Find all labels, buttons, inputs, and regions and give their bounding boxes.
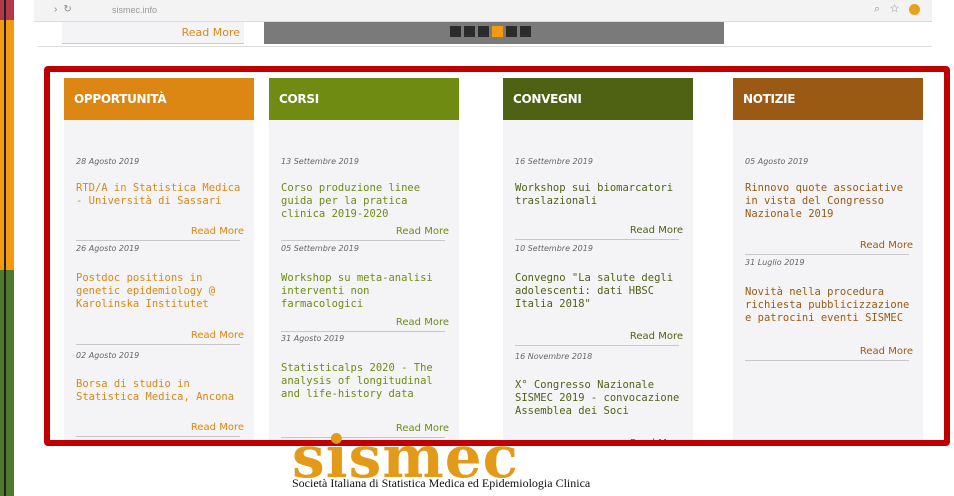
item-date: 31 Luglio 2019 (745, 258, 805, 267)
item-date: 10 Settembre 2019 (515, 244, 593, 253)
slider-dots (450, 26, 531, 37)
item-title[interactable]: Borsa di studio in Statistica Medica, An… (76, 378, 252, 404)
divider (76, 436, 240, 437)
item-title[interactable]: Rinnovo quote associative in vista del C… (745, 182, 921, 221)
slider-dot[interactable] (464, 26, 475, 37)
item-title[interactable]: Novità nella procedura richiesta pubblic… (745, 286, 921, 325)
divider (76, 344, 240, 345)
read-more-link[interactable]: Read More (860, 346, 913, 357)
column-notizie: NOTIZIE 05 Agosto 2019 Rinnovo quote ass… (733, 78, 923, 440)
highlight-frame: OPPORTUNITÀ 28 Agosto 2019 RTD/A in Stat… (44, 66, 950, 446)
item-date: 13 Settembre 2019 (281, 157, 359, 166)
slider (264, 22, 724, 44)
divider (281, 331, 445, 332)
column-title[interactable]: OPPORTUNITÀ (64, 78, 254, 120)
divider (745, 254, 909, 255)
read-more-link[interactable]: Read More (630, 331, 683, 342)
slider-dot[interactable] (450, 26, 461, 37)
read-more-link[interactable]: Read More (396, 226, 449, 237)
item-title[interactable]: Convegno "La salute degli adolescenti: d… (515, 272, 691, 311)
search-icon[interactable]: ⌕ (874, 3, 890, 15)
divider (745, 360, 909, 361)
item-date: 02 Agosto 2019 (76, 351, 140, 360)
slider-dot[interactable] (478, 26, 489, 37)
divider (515, 239, 679, 240)
read-more-link[interactable]: Read More (630, 438, 683, 440)
divider (38, 46, 932, 47)
column-opportunita: OPPORTUNITÀ 28 Agosto 2019 RTD/A in Stat… (64, 78, 254, 440)
logo-subtitle: Società Italiana di Statistica Medica ed… (292, 476, 591, 490)
item-title[interactable]: Corso produzione linee guida per la prat… (281, 182, 457, 221)
column-title[interactable]: CORSI (269, 78, 459, 120)
read-more-link[interactable]: Read More (860, 240, 913, 251)
read-more-link[interactable]: Read More (182, 26, 240, 39)
read-more-link[interactable]: Read More (191, 226, 244, 237)
item-title[interactable]: Statisticalps 2020 - The analysis of lon… (281, 362, 457, 401)
browser-actions: ⌕☆ (874, 3, 920, 16)
item-title[interactable]: RTD/A in Statistica Medica - Università … (76, 182, 252, 208)
address-bar[interactable]: sismec.info (112, 5, 157, 15)
read-more-link[interactable]: Read More (191, 330, 244, 341)
slider-dot-active[interactable] (492, 26, 503, 37)
read-more-link[interactable]: Read More (396, 317, 449, 328)
column-convegni: CONVEGNI 16 Settembre 2019 Workshop sui … (503, 78, 693, 440)
item-title[interactable]: X° Congresso Nazionale SISMEC 2019 - con… (515, 379, 691, 418)
avatar[interactable] (909, 3, 920, 15)
item-date: 16 Settembre 2019 (515, 157, 593, 166)
read-more-link[interactable]: Read More (191, 422, 244, 433)
item-date: 05 Settembre 2019 (281, 244, 359, 253)
slider-dot[interactable] (520, 26, 531, 37)
item-title[interactable]: Workshop su meta-analisi interventi non … (281, 272, 457, 311)
read-more-link[interactable]: Read More (630, 225, 683, 236)
sismec-logo[interactable]: sismec Società Italiana di Statistica Me… (292, 428, 712, 496)
page: ›↻ sismec.info ⌕☆ Read More OPPORTUNITÀ … (0, 0, 954, 496)
previous-news-card: Read More (62, 22, 244, 44)
left-color-strip (0, 0, 14, 496)
slider-dot[interactable] (506, 26, 517, 37)
divider (515, 345, 679, 346)
item-date: 26 Agosto 2019 (76, 244, 140, 253)
divider (281, 240, 445, 241)
column-title[interactable]: NOTIZIE (733, 78, 923, 120)
divider (76, 240, 240, 241)
item-date: 28 Agosto 2019 (76, 157, 140, 166)
column-title[interactable]: CONVEGNI (503, 78, 693, 120)
item-date: 05 Agosto 2019 (745, 157, 809, 166)
item-date: 31 Agosto 2019 (281, 334, 345, 343)
star-icon[interactable]: ☆ (890, 3, 909, 15)
browser-toolbar: ›↻ sismec.info ⌕☆ (34, 0, 932, 22)
item-title[interactable]: Postdoc positions in genetic epidemiolog… (76, 272, 252, 311)
browser-nav-icons[interactable]: ›↻ (54, 4, 78, 15)
item-date: 16 Novembre 2018 (515, 352, 593, 361)
item-title[interactable]: Workshop sui biomarcatori traslazionali (515, 182, 691, 208)
column-corsi: CORSI 13 Settembre 2019 Corso produzione… (269, 78, 459, 440)
